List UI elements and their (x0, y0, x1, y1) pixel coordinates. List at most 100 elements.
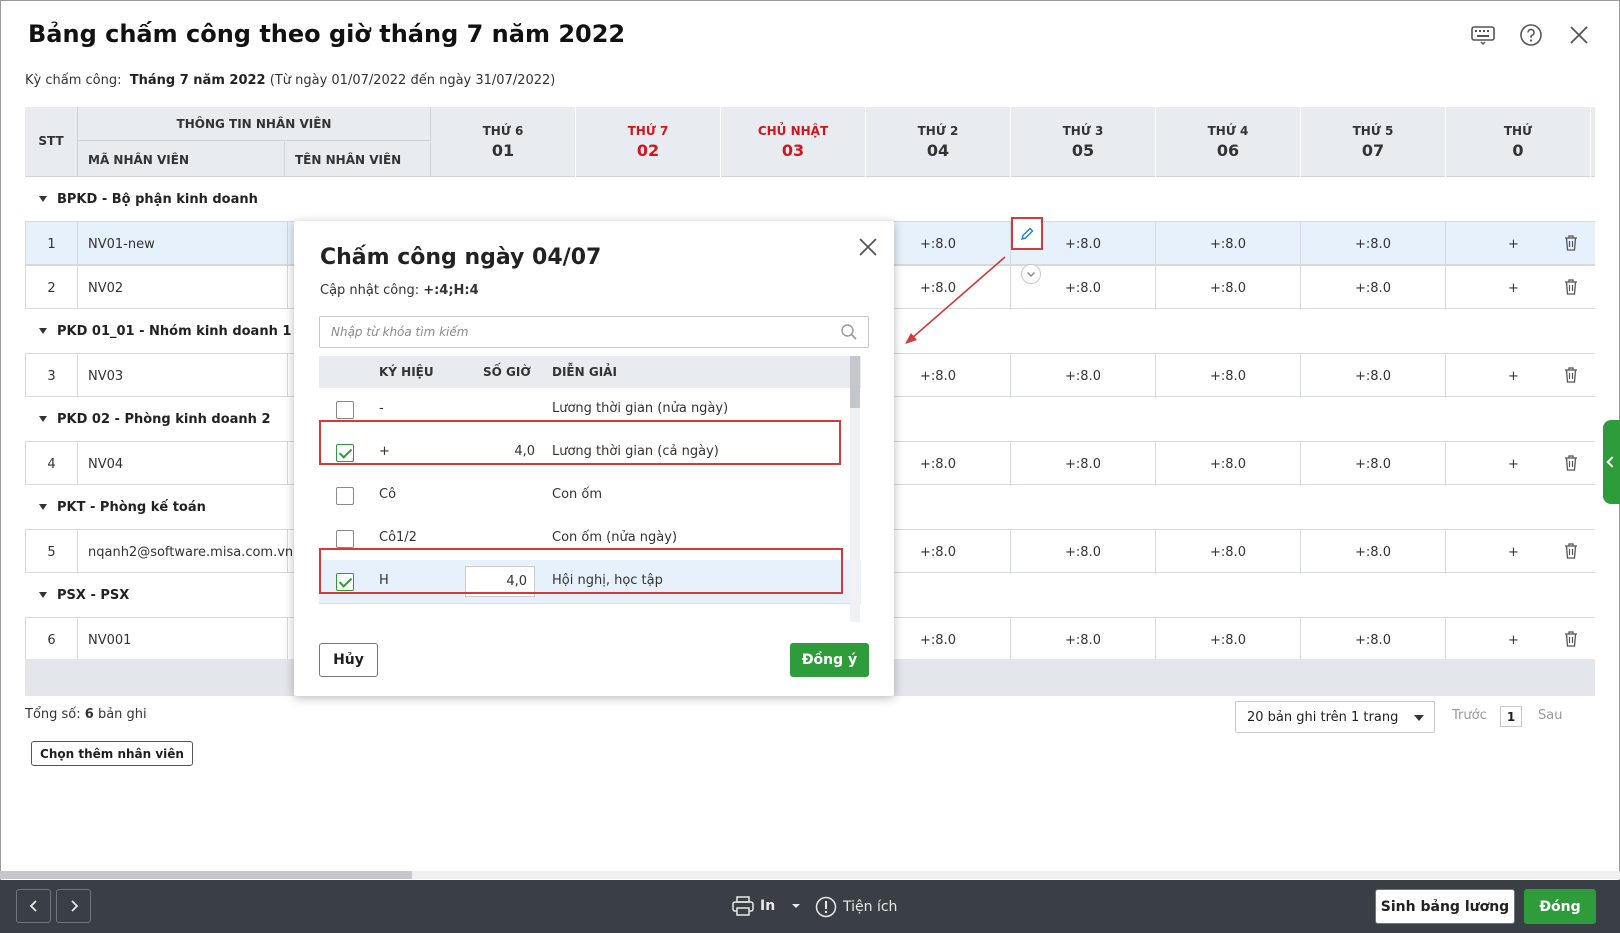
collapse-triangle-icon[interactable] (39, 504, 47, 510)
collapse-triangle-icon[interactable] (39, 592, 47, 598)
dialog-scrollbar[interactable] (850, 356, 860, 622)
page-size-select[interactable]: 20 bản ghi trên 1 trang (1235, 701, 1435, 733)
symbol-description: Con ốm (nửa ngày) (552, 530, 678, 545)
highlight-box-h (319, 548, 843, 594)
symbol-row[interactable]: Cô Con ốm (319, 474, 861, 518)
close-button[interactable]: Đóng (1524, 889, 1596, 924)
col-ten[interactable]: TÊN NHÂN VIÊN (285, 142, 431, 177)
day-number: 06 (1216, 141, 1240, 160)
dialog-scroll-thumb[interactable] (850, 356, 860, 408)
horizontal-scrollbar[interactable] (0, 871, 1620, 879)
trash-icon[interactable] (1563, 366, 1579, 388)
day-cell[interactable]: + (1446, 618, 1519, 662)
close-icon[interactable] (1566, 22, 1592, 48)
total-prefix: Tổng số: (25, 707, 81, 722)
employee-code[interactable]: NV04 (78, 442, 288, 486)
col-desc: DIỄN GIẢI (552, 365, 617, 379)
period-line: Kỳ chấm công: Tháng 7 năm 2022 (Từ ngày … (25, 73, 555, 88)
day-header: CHỦ NHẬT 03 (721, 107, 866, 177)
cancel-button[interactable]: Hủy (319, 643, 378, 677)
day-cell[interactable]: +:8.0 (1301, 442, 1446, 486)
day-cell[interactable]: +:8.0 (1156, 442, 1301, 486)
employee-code[interactable]: NV01-new (78, 222, 288, 266)
day-cell[interactable]: +:8.0 (1156, 222, 1301, 266)
total-count: 6 (84, 707, 94, 722)
attendance-dialog: Chấm công ngày 04/07 Cập nhật công: +:4;… (294, 221, 894, 696)
dialog-close-icon[interactable] (856, 235, 880, 259)
next-button[interactable] (56, 889, 91, 923)
day-cell[interactable]: +:8.0 (1011, 618, 1156, 662)
trash-icon[interactable] (1563, 278, 1579, 300)
print-button[interactable]: In (732, 896, 801, 916)
update-summary: Cập nhật công: +:4;H:4 (320, 283, 479, 298)
day-of-week: CHỦ NHẬT (757, 124, 829, 138)
trash-icon[interactable] (1563, 454, 1579, 476)
day-cell[interactable]: +:8.0 (1301, 354, 1446, 398)
day-cell[interactable]: +:8.0 (1301, 266, 1446, 310)
day-cell[interactable]: + (1446, 530, 1519, 574)
day-cell[interactable]: +:8.0 (1301, 222, 1446, 266)
next-page-link[interactable]: Sau (1538, 708, 1562, 723)
expand-cell-button[interactable] (1021, 264, 1041, 284)
group-row[interactable]: BPKD - Bộ phận kinh doanh (25, 177, 445, 221)
trash-icon[interactable] (1563, 234, 1579, 256)
row-stt: 2 (25, 266, 78, 310)
day-cell[interactable]: +:8.0 (1301, 618, 1446, 662)
search-icon (840, 323, 858, 344)
search-input[interactable]: Nhập từ khóa tìm kiếm (319, 316, 869, 348)
day-cell[interactable]: +:8.0 (1011, 442, 1156, 486)
day-of-week: THỨ 7 (627, 124, 669, 138)
col-ma-label: MÃ NHÂN VIÊN (88, 153, 189, 167)
day-cell[interactable]: + (1446, 442, 1519, 486)
day-cell[interactable]: +:8.0 (1156, 266, 1301, 310)
col-ma[interactable]: MÃ NHÂN VIÊN (78, 142, 285, 177)
col-symbol: KÝ HIỆU (379, 365, 434, 379)
day-cell[interactable]: +:8.0 (1011, 354, 1156, 398)
dialog-title: Chấm công ngày 04/07 (320, 245, 602, 270)
day-cell[interactable]: +:8.0 (1011, 530, 1156, 574)
day-cell[interactable]: + (1446, 266, 1519, 310)
day-cell[interactable]: + (1446, 354, 1519, 398)
scroll-thumb[interactable] (0, 871, 412, 879)
prev-page-link[interactable]: Trước (1452, 708, 1487, 723)
collapse-triangle-icon[interactable] (39, 416, 47, 422)
total-suffix: bản ghi (97, 707, 147, 722)
trash-icon[interactable] (1563, 542, 1579, 564)
day-number: 03 (781, 141, 805, 160)
keyboard-icon[interactable] (1470, 22, 1496, 48)
edit-cell-button[interactable] (1011, 217, 1043, 250)
help-icon[interactable] (1518, 22, 1544, 48)
current-page[interactable]: 1 (1500, 706, 1522, 727)
group-name: PKD 02 - Phòng kinh doanh 2 (57, 411, 271, 427)
collapse-triangle-icon[interactable] (39, 328, 47, 334)
employee-code[interactable]: NV03 (78, 354, 288, 398)
symbol-description: Con ốm (552, 487, 603, 502)
generate-payroll-button[interactable]: Sinh bảng lương (1375, 889, 1515, 924)
day-cell[interactable]: + (1446, 222, 1519, 266)
day-header: THỨ 6 01 (431, 107, 576, 177)
utility-button[interactable]: Tiện ích (815, 896, 897, 918)
day-cell[interactable]: +:8.0 (1156, 530, 1301, 574)
prev-button[interactable] (16, 889, 51, 923)
day-header: THỨ 0 (1446, 107, 1591, 177)
row-checkbox[interactable] (336, 401, 354, 419)
row-checkbox[interactable] (336, 487, 354, 505)
group-name: BPKD - Bộ phận kinh doanh (57, 191, 258, 207)
row-stt: 5 (25, 530, 78, 574)
row-stt: 3 (25, 354, 78, 398)
side-panel-toggle[interactable] (1603, 420, 1620, 504)
employee-code[interactable]: nqanh2@software.misa.com.vn (78, 530, 293, 574)
employee-code[interactable]: NV02 (78, 266, 288, 310)
day-cell[interactable]: +:8.0 (1301, 530, 1446, 574)
day-cell[interactable]: +:8.0 (1156, 618, 1301, 662)
ok-button[interactable]: Đồng ý (790, 643, 869, 677)
utility-label: Tiện ích (843, 899, 898, 915)
trash-icon[interactable] (1563, 630, 1579, 652)
employee-code[interactable]: NV001 (78, 618, 288, 662)
col-stt-label: STT (38, 134, 64, 148)
collapse-triangle-icon[interactable] (39, 196, 47, 202)
row-checkbox[interactable] (336, 530, 354, 548)
day-number: 07 (1361, 141, 1385, 160)
day-cell[interactable]: +:8.0 (1156, 354, 1301, 398)
add-employee-button[interactable]: Chọn thêm nhân viên (31, 741, 193, 766)
